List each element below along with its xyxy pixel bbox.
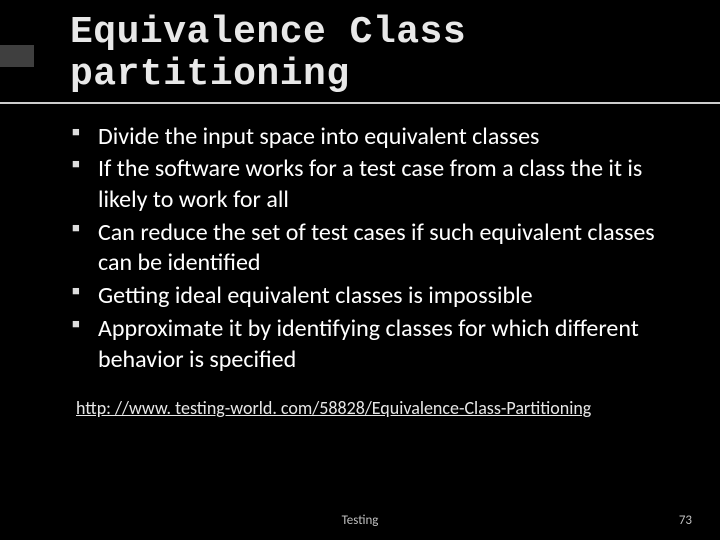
- list-item: Can reduce the set of test cases if such…: [98, 218, 672, 279]
- footer-label: Testing: [0, 513, 720, 528]
- slide: Equivalence Class partitioning Divide th…: [0, 0, 720, 419]
- bullet-list: Divide the input space into equivalent c…: [70, 122, 672, 376]
- slide-title: Equivalence Class partitioning: [70, 12, 672, 96]
- title-rule: [0, 102, 720, 104]
- list-item: If the software works for a test case fr…: [98, 154, 672, 215]
- side-accent: [0, 45, 34, 67]
- page-number: 73: [679, 513, 692, 528]
- list-item: Getting ideal equivalent classes is impo…: [98, 281, 672, 312]
- reference-link[interactable]: http: //www. testing-world. com/58828/Eq…: [76, 397, 672, 419]
- list-item: Divide the input space into equivalent c…: [98, 122, 672, 153]
- list-item: Approximate it by identifying classes fo…: [98, 314, 672, 375]
